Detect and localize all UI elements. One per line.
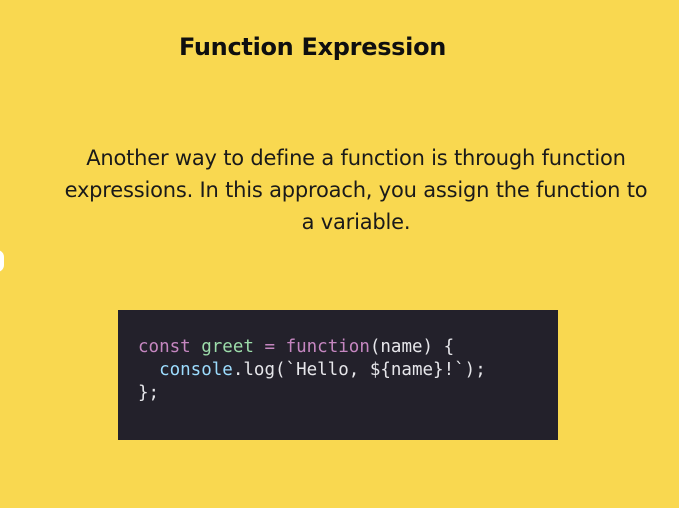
code-line-1: const greet = function(name) {	[138, 336, 558, 359]
code-console: console	[159, 360, 233, 380]
code-call-end: );	[464, 360, 486, 380]
slide-body: Another way to define a function is thro…	[38, 142, 674, 238]
code-template-string: `Hello, ${name}!`	[285, 360, 465, 380]
code-log-call: .log(	[232, 360, 286, 380]
code-variable-name: greet	[201, 337, 254, 357]
body-line: expressions. In this approach, you assig…	[64, 178, 648, 202]
edge-handle	[0, 250, 4, 272]
code-block-end: };	[138, 383, 160, 403]
code-operator: =	[264, 337, 276, 357]
code-line-3: };	[138, 382, 558, 405]
code-keyword-function: function	[285, 337, 370, 357]
slide-title: Function Expression	[179, 33, 447, 61]
body-line: a variable.	[301, 210, 411, 234]
body-line: Another way to define a function is thro…	[86, 146, 626, 170]
code-keyword-const: const	[138, 337, 191, 357]
code-params: (name) {	[369, 337, 455, 357]
code-line-2: console.log(`Hello, ${name}!`);	[138, 359, 558, 382]
code-block: const greet = function(name) { console.l…	[118, 310, 558, 440]
